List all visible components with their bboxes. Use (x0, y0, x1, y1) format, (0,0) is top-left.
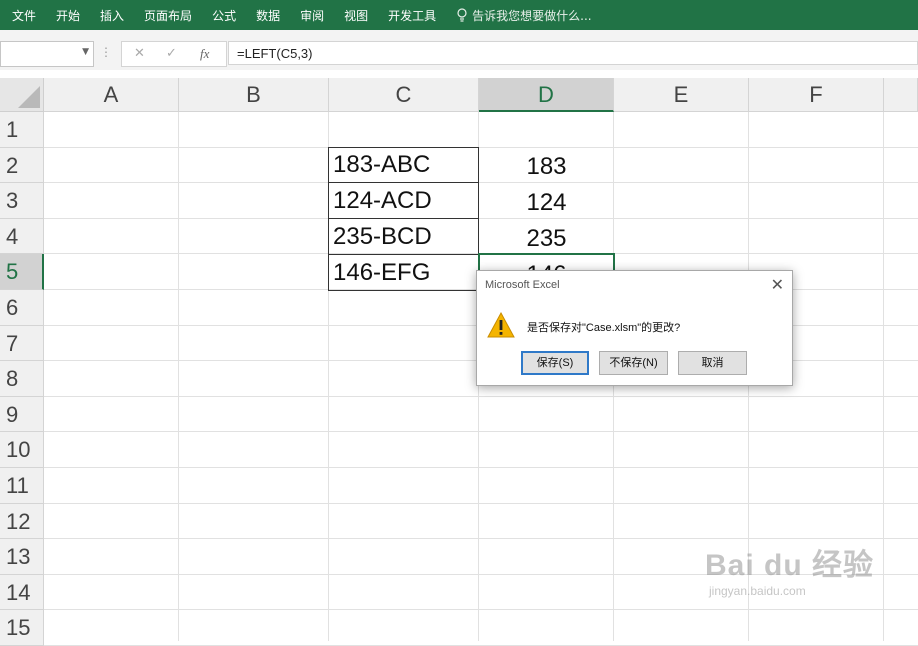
save-changes-dialog: Microsoft Excel ✕ 是否保存对"Case.xlsm"的更改? 保… (476, 270, 793, 386)
tab-page-layout[interactable]: 页面布局 (144, 7, 192, 24)
cancel-button[interactable]: 取消 (678, 351, 747, 375)
column-header-f[interactable]: F (749, 78, 884, 112)
cancel-icon[interactable]: ✕ (134, 46, 145, 61)
dialog-title: Microsoft Excel (485, 279, 560, 291)
grip-icon[interactable]: ⋮ (100, 45, 112, 59)
row-gridline (44, 502, 918, 504)
column-header-a[interactable]: A (44, 78, 179, 112)
row-header-3[interactable]: 3 (0, 183, 44, 219)
watermark-url: jingyan.baidu.com (709, 584, 806, 598)
row-header-9[interactable]: 9 (0, 396, 44, 433)
column-gridline (883, 112, 884, 641)
formula-input[interactable]: =LEFT(C5,3) (228, 41, 918, 65)
tab-insert[interactable]: 插入 (100, 7, 124, 24)
tell-me-text: 告诉我您想要做什么... (472, 8, 592, 23)
tab-review[interactable]: 审阅 (300, 7, 324, 24)
name-box[interactable]: ▼ (0, 41, 94, 67)
chevron-down-icon[interactable]: ▼ (82, 47, 89, 57)
fx-icon[interactable]: fx (200, 46, 209, 62)
tell-me-box[interactable]: 告诉我您想要做什么... (456, 7, 592, 24)
tab-data[interactable]: 数据 (256, 7, 280, 24)
column-header-b[interactable]: B (179, 78, 329, 112)
row-gridline (44, 609, 918, 611)
row-header-10[interactable]: 10 (0, 432, 44, 468)
column-header-e[interactable]: E (614, 78, 749, 112)
cell-c2[interactable]: 183-ABC (328, 147, 479, 183)
baidu-watermark: Bai du 经验 jingyan.baidu.com (705, 540, 874, 598)
warning-icon (487, 312, 515, 338)
tab-formulas[interactable]: 公式 (212, 7, 236, 24)
select-all-icon (18, 86, 40, 108)
enter-icon[interactable]: ✓ (166, 46, 177, 61)
dont-save-button[interactable]: 不保存(N) (599, 351, 668, 375)
lightbulb-icon (457, 8, 467, 22)
row-header-4[interactable]: 4 (0, 218, 44, 255)
close-icon[interactable]: ✕ (771, 275, 784, 295)
row-header-1[interactable]: 1 (0, 112, 44, 148)
row-header-6[interactable]: 6 (0, 290, 44, 326)
row-header-8[interactable]: 8 (0, 361, 44, 397)
cell-c5[interactable]: 146-EFG (328, 254, 479, 291)
row-gridline (44, 395, 918, 397)
column-header-d[interactable]: D (479, 78, 614, 112)
ribbon-tab-bar: 文件 开始 插入 页面布局 公式 数据 审阅 视图 开发工具 告诉我您想要做什么… (0, 0, 918, 30)
row-header-7[interactable]: 7 (0, 325, 44, 362)
row-header-14[interactable]: 14 (0, 574, 44, 611)
cell-d3[interactable]: 124 (479, 183, 614, 219)
tab-view[interactable]: 视图 (344, 7, 368, 24)
row-header-5[interactable]: 5 (0, 254, 44, 290)
cell-c3[interactable]: 124-ACD (328, 182, 479, 219)
dialog-body: 是否保存对"Case.xlsm"的更改? 保存(S) 不保存(N) 取消 (477, 299, 790, 383)
watermark-logo: Bai du 经验 (705, 549, 875, 582)
select-all-corner[interactable] (0, 78, 44, 112)
tab-developer[interactable]: 开发工具 (388, 7, 436, 24)
column-gridline (178, 112, 179, 641)
save-button[interactable]: 保存(S) (521, 351, 589, 375)
tab-home[interactable]: 开始 (56, 7, 80, 24)
column-header-c[interactable]: C (329, 78, 479, 112)
row-header-13[interactable]: 13 (0, 539, 44, 575)
cell-d2[interactable]: 183 (479, 148, 614, 183)
formula-bar: ▼ ⋮ ✕ ✓ fx =LEFT(C5,3) (0, 36, 918, 70)
row-header-2[interactable]: 2 (0, 147, 44, 184)
cell-c4[interactable]: 235-BCD (328, 218, 479, 255)
column-header-g[interactable] (884, 78, 918, 112)
formula-buttons: ✕ ✓ fx (121, 41, 227, 67)
row-header-11[interactable]: 11 (0, 468, 44, 504)
cell-d4[interactable]: 235 (479, 219, 614, 255)
tab-file[interactable]: 文件 (12, 7, 36, 24)
dialog-message: 是否保存对"Case.xlsm"的更改? (527, 322, 681, 334)
row-gridline (44, 431, 918, 433)
row-gridline (44, 467, 918, 468)
row-header-12[interactable]: 12 (0, 503, 44, 540)
